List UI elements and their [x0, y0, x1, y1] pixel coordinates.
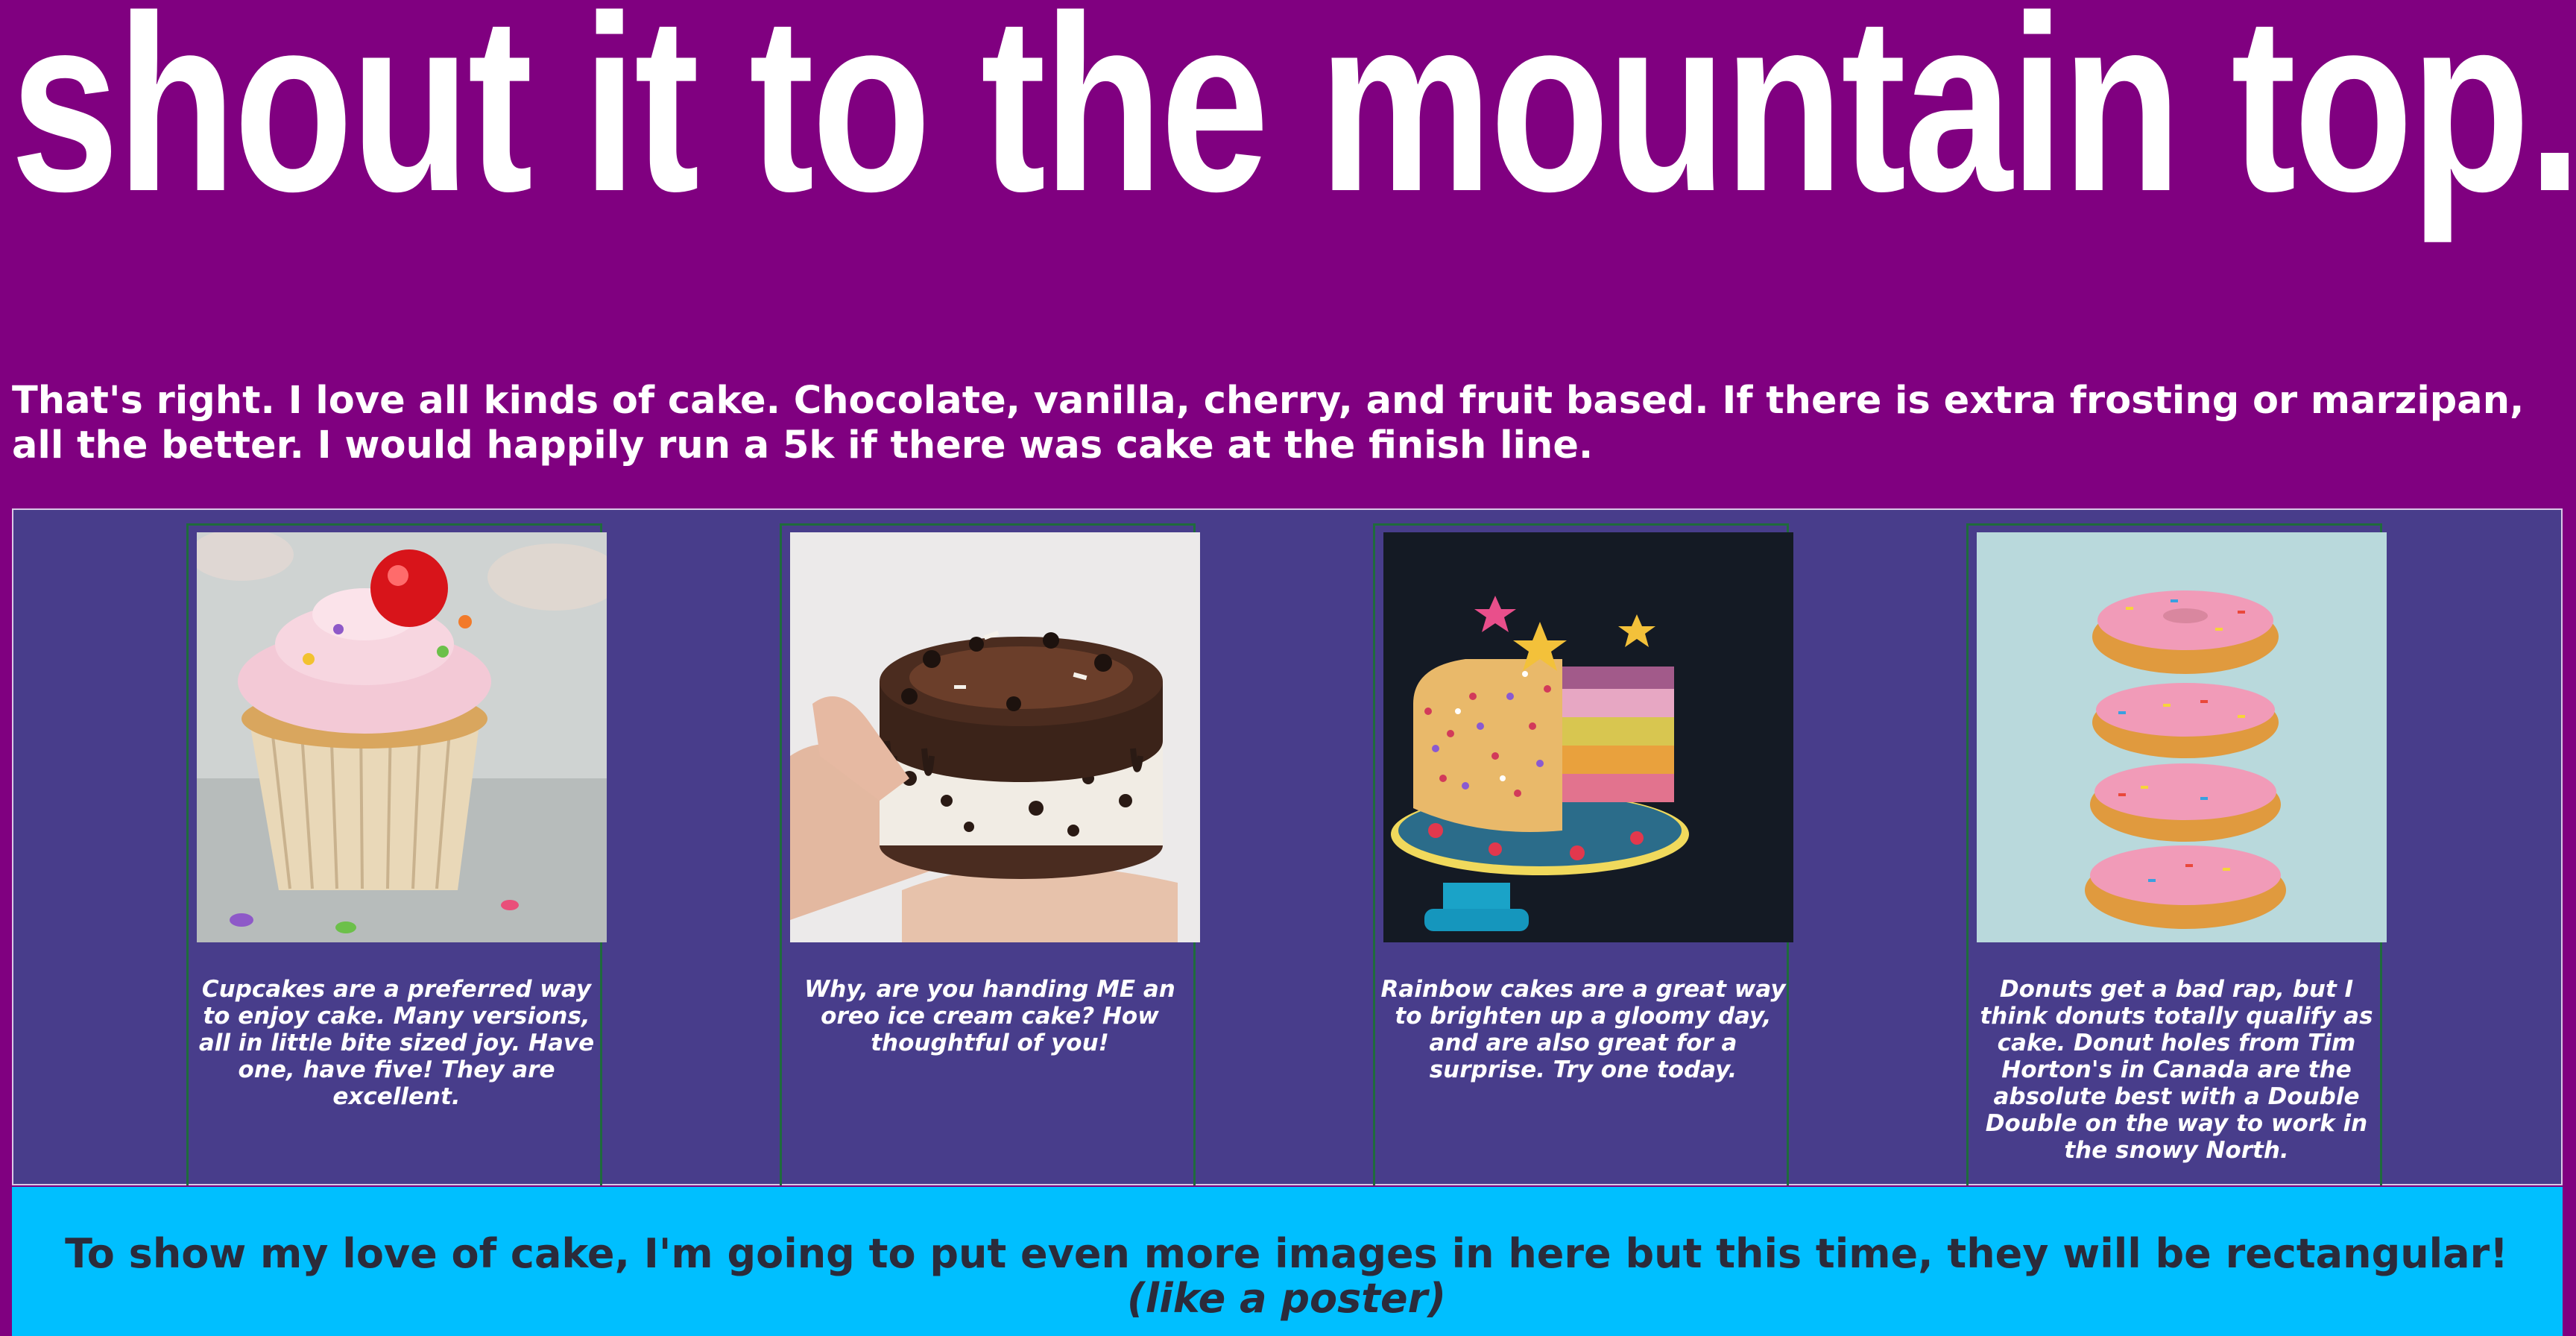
page-headline: shout it to the mountain top.	[10, 0, 2576, 244]
oreo-ice-cream-cake-photo	[790, 532, 1200, 942]
donut-stack-image	[1977, 532, 2387, 942]
gallery-card-donuts: Donuts get a bad rap, but I think donuts…	[1966, 523, 2387, 1185]
gallery-card-oreo-cake: Why, are you handing ME an oreo ice crea…	[780, 523, 1200, 1185]
banner-emphasis-text: (like a poster)	[1127, 1275, 1446, 1322]
rainbow-cake-photo	[1383, 532, 1793, 942]
cupcake-caption: Cupcakes are a preferred way to enjoy ca…	[198, 976, 595, 1110]
cake-gallery: Cupcakes are a preferred way to enjoy ca…	[12, 508, 2563, 1185]
gallery-card-rainbow-cake: Rainbow cakes are a great way to brighte…	[1373, 523, 1793, 1185]
rainbow-cake-image	[1383, 532, 1793, 942]
donut-stack-photo	[1977, 532, 2387, 942]
cupcake-image	[197, 532, 607, 942]
banner-text: To show my love of cake, I'm going to pu…	[57, 1232, 2516, 1321]
intro-paragraph: That's right. I love all kinds of cake. …	[12, 379, 2525, 467]
gallery-card-cupcake: Cupcakes are a preferred way to enjoy ca…	[186, 523, 607, 1185]
oreo-cake-caption: Why, are you handing ME an oreo ice crea…	[804, 976, 1175, 1056]
rainbow-cake-caption: Rainbow cakes are a great way to brighte…	[1380, 976, 1786, 1083]
cupcake-photo	[197, 532, 607, 942]
banner-main-text: To show my love of cake, I'm going to pu…	[65, 1230, 2508, 1277]
donuts-caption: Donuts get a bad rap, but I think donuts…	[1980, 976, 2373, 1164]
poster-banner: To show my love of cake, I'm going to pu…	[12, 1187, 2563, 1336]
oreo-cake-image	[790, 532, 1200, 942]
